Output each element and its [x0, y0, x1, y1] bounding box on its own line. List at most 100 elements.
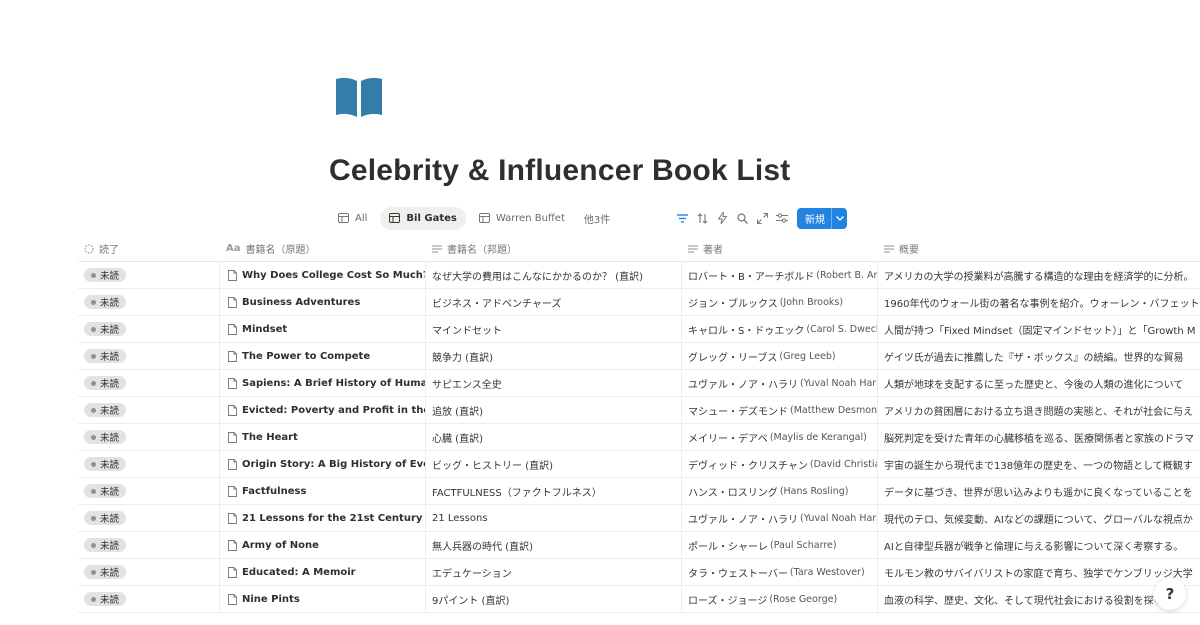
automation-icon[interactable] — [712, 208, 732, 228]
tab-bil-gates[interactable]: Bil Gates — [380, 206, 466, 230]
author-cell[interactable]: グレッグ・リーブス (Greg Leeb) — [682, 343, 878, 369]
summary-cell[interactable]: 宇宙の誕生から現代まで138億年の歴史を、一つの物語として概観す — [878, 451, 1200, 477]
expand-icon[interactable] — [752, 208, 772, 228]
column-header-status[interactable]: 読了 — [78, 236, 220, 261]
column-header-summary[interactable]: 概要 — [878, 236, 1200, 261]
summary-cell[interactable]: モルモン教のサバイバリストの家庭で育ち、独学でケンブリッジ大学 — [878, 559, 1200, 585]
title-cell[interactable]: Why Does College Cost So Much? — [220, 262, 426, 288]
title-cell[interactable]: Evicted: Poverty and Profit in the Ameri… — [220, 397, 426, 423]
jp-title-cell[interactable]: ビジネス・アドベンチャーズ — [426, 289, 682, 315]
column-header-japanese-title[interactable]: 書籍名（邦題） — [426, 236, 682, 261]
summary-cell[interactable]: 1960年代のウォール街の著名な事例を紹介。ウォーレン・バフェット — [878, 289, 1200, 315]
page-icon — [228, 404, 237, 416]
summary-cell[interactable]: アメリカの大学の授業料が高騰する構造的な理由を経済学的に分析。 — [878, 262, 1200, 288]
author-cell[interactable]: ユヴァル・ノア・ハラリ(Yuval Noah Harari) — [682, 370, 878, 396]
new-dropdown-button[interactable] — [831, 208, 847, 229]
author-cell[interactable]: ハンス・ロスリング (Hans Rosling) — [682, 478, 878, 504]
status-cell[interactable]: 未読 — [78, 343, 220, 369]
status-cell[interactable]: 未読 — [78, 532, 220, 558]
table-row[interactable]: 未読 Nine Pints 9パイント (直訳) ローズ・ジョージ (Rose Geor… — [78, 586, 1200, 613]
new-button[interactable]: 新規 — [797, 211, 831, 226]
jp-title-cell[interactable]: 無人兵器の時代 (直訳) — [426, 532, 682, 558]
jp-title-cell[interactable]: なぜ大学の費用はこんなにかかるのか？ (直訳) — [426, 262, 682, 288]
summary-cell[interactable]: 人間が持つ「Fixed Mindset（固定マインドセット）」と「Growth … — [878, 316, 1200, 342]
status-cell[interactable]: 未読 — [78, 262, 220, 288]
author-cell[interactable]: マシュー・デズモンド (Matthew Desmond) — [682, 397, 878, 423]
filter-icon[interactable] — [672, 208, 692, 228]
summary-cell[interactable]: 血液の科学、歴史、文化、そして現代社会における役割を探る。 — [878, 586, 1200, 612]
search-icon[interactable] — [732, 208, 752, 228]
status-cell[interactable]: 未読 — [78, 505, 220, 531]
status-cell[interactable]: 未読 — [78, 451, 220, 477]
title-cell[interactable]: 21 Lessons for the 21st Century — [220, 505, 426, 531]
sort-icon[interactable] — [692, 208, 712, 228]
table-row[interactable]: 未読 Business Adventures ビジネス・アドベンチャーズ ジョン・ブル… — [78, 289, 1200, 316]
column-header-original-title[interactable]: Aa 書籍名（原題） — [220, 236, 426, 261]
summary-cell[interactable]: AIと自律型兵器が戦争と倫理に与える影響について深く考察する。 — [878, 532, 1200, 558]
summary-cell[interactable]: 現代のテロ、気候変動、AIなどの課題について、グローバルな視点か — [878, 505, 1200, 531]
jp-title-cell[interactable]: 競争力 (直訳) — [426, 343, 682, 369]
table-row[interactable]: 未読 Evicted: Poverty and Profit in the Ame… — [78, 397, 1200, 424]
jp-title-cell[interactable]: エデュケーション — [426, 559, 682, 585]
table-row[interactable]: 未読 Sapiens: A Brief History of Humankind サ… — [78, 370, 1200, 397]
status-cell[interactable]: 未読 — [78, 559, 220, 585]
summary-cell[interactable]: 人類が地球を支配するに至った歴史と、今後の人類の進化について — [878, 370, 1200, 396]
author-cell[interactable]: デヴィッド・クリスチャン(David Christian) — [682, 451, 878, 477]
tab-all[interactable]: All — [329, 207, 376, 230]
jp-title-cell[interactable]: FACTFULNESS（ファクトフルネス） — [426, 478, 682, 504]
jp-title-cell[interactable]: 21 Lessons — [426, 505, 682, 531]
help-button[interactable]: ? — [1154, 578, 1186, 610]
status-cell[interactable]: 未読 — [78, 370, 220, 396]
summary-cell[interactable]: アメリカの貧困層における立ち退き問題の実態と、それが社会に与え — [878, 397, 1200, 423]
table-row[interactable]: 未読 Origin Story: A Big History of Everyth… — [78, 451, 1200, 478]
table-row[interactable]: 未読 The Heart 心臓 (直訳) メイリー・デアベ (Maylis de Ker… — [78, 424, 1200, 451]
settings-icon[interactable] — [772, 208, 792, 228]
status-cell[interactable]: 未読 — [78, 289, 220, 315]
status-cell[interactable]: 未読 — [78, 316, 220, 342]
status-cell[interactable]: 未読 — [78, 424, 220, 450]
book-jp-title: 21 Lessons — [432, 512, 488, 524]
title-cell[interactable]: Army of None — [220, 532, 426, 558]
title-cell[interactable]: Nine Pints — [220, 586, 426, 612]
jp-title-cell[interactable]: 心臓 (直訳) — [426, 424, 682, 450]
status-cell[interactable]: 未読 — [78, 397, 220, 423]
author-cell[interactable]: ユヴァル・ノア・ハラリ(Yuval Noah Harari) — [682, 505, 878, 531]
author-cell[interactable]: ローズ・ジョージ (Rose George) — [682, 586, 878, 612]
table-row[interactable]: 未読 Factfulness FACTFULNESS（ファクトフルネス） ハンス・ロス… — [78, 478, 1200, 505]
jp-title-cell[interactable]: サピエンス全史 — [426, 370, 682, 396]
title-cell[interactable]: Sapiens: A Brief History of Humankind — [220, 370, 426, 396]
status-badge: 未読 — [84, 565, 127, 579]
title-cell[interactable]: Origin Story: A Big History of Everythin… — [220, 451, 426, 477]
author-cell[interactable]: ロバート・B・アーチボルド(Robert B. Archibald) — [682, 262, 878, 288]
title-cell[interactable]: The Heart — [220, 424, 426, 450]
summary-cell[interactable]: データに基づき、世界が思い込みよりも遥かに良くなっていることを — [878, 478, 1200, 504]
jp-title-cell[interactable]: マインドセット — [426, 316, 682, 342]
author-cell[interactable]: ジョン・ブルックス (John Brooks) — [682, 289, 878, 315]
tab-warren-buffet[interactable]: Warren Buffet — [470, 207, 574, 230]
jp-title-cell[interactable]: 追放 (直訳) — [426, 397, 682, 423]
table-row[interactable]: 未読 Why Does College Cost So Much? なぜ大学の費用は… — [78, 262, 1200, 289]
title-cell[interactable]: Business Adventures — [220, 289, 426, 315]
summary-cell[interactable]: 脳死判定を受けた青年の心臓移植を巡る、医療関係者と家族のドラマ — [878, 424, 1200, 450]
table-row[interactable]: 未読 Educated: A Memoir エデュケーション タラ・ウェストーバー (T… — [78, 559, 1200, 586]
author-cell[interactable]: ポール・シャーレ (Paul Scharre) — [682, 532, 878, 558]
title-cell[interactable]: Mindset — [220, 316, 426, 342]
title-cell[interactable]: The Power to Compete — [220, 343, 426, 369]
author-cell[interactable]: メイリー・デアベ (Maylis de Kerangal) — [682, 424, 878, 450]
author-cell[interactable]: タラ・ウェストーバー (Tara Westover) — [682, 559, 878, 585]
status-cell[interactable]: 未読 — [78, 586, 220, 612]
jp-title-cell[interactable]: 9パイント (直訳) — [426, 586, 682, 612]
title-cell[interactable]: Educated: A Memoir — [220, 559, 426, 585]
summary-cell[interactable]: ゲイツ氏が過去に推薦した『ザ・ボックス』の続編。世界的な貿易 — [878, 343, 1200, 369]
more-views-button[interactable]: 他3件 — [578, 211, 616, 226]
table-row[interactable]: 未読 The Power to Compete 競争力 (直訳) グレッグ・リーブス(… — [78, 343, 1200, 370]
table-row[interactable]: 未読 Army of None 無人兵器の時代 (直訳) ポール・シャーレ (Paul … — [78, 532, 1200, 559]
author-cell[interactable]: キャロル・S・ドゥエック (Carol S. Dweck) — [682, 316, 878, 342]
jp-title-cell[interactable]: ビッグ・ヒストリー (直訳) — [426, 451, 682, 477]
column-header-author[interactable]: 著者 — [682, 236, 878, 261]
table-row[interactable]: 未読 21 Lessons for the 21st Century 21 Less… — [78, 505, 1200, 532]
chevron-down-icon — [835, 216, 844, 221]
table-row[interactable]: 未読 Mindset マインドセット キャロル・S・ドゥエック (Carol S. Dw… — [78, 316, 1200, 343]
status-cell[interactable]: 未読 — [78, 478, 220, 504]
title-cell[interactable]: Factfulness — [220, 478, 426, 504]
